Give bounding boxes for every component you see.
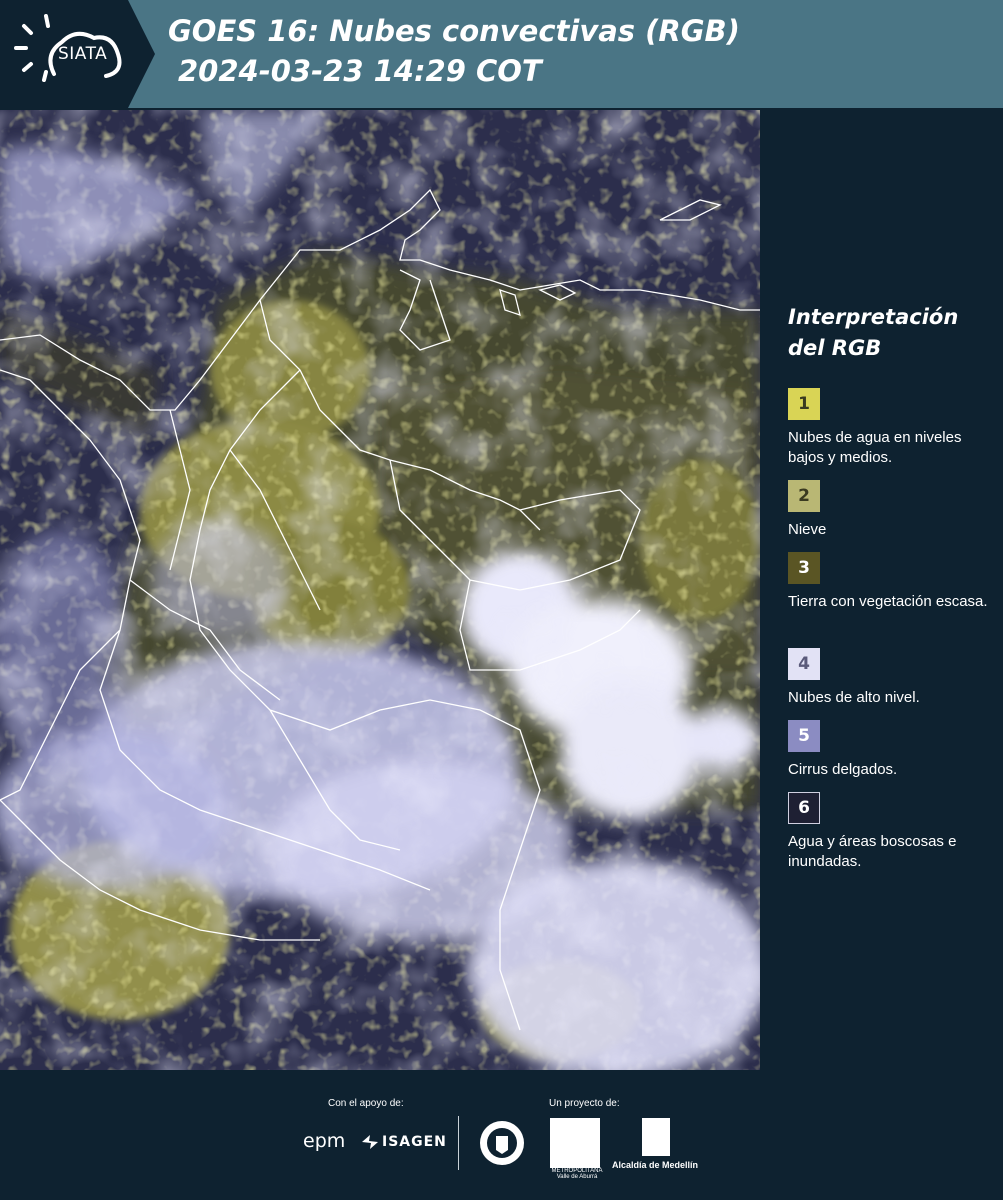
legend-swatch-3: 3 — [788, 552, 820, 584]
rgb-legend: Interpretación del RGB 1 Nubes de agua en… — [760, 110, 1003, 1070]
legend-label-1: Nubes de agua en niveles bajos y medios. — [788, 429, 962, 466]
page-timestamp: 2024-03-23 14:29 COT — [178, 54, 542, 88]
satellite-map — [0, 110, 760, 1070]
legend-label-4: Nubes de alto nivel. — [788, 689, 920, 706]
university-seal-icon — [480, 1121, 524, 1165]
legend-label-5: Cirrus delgados. — [788, 761, 898, 778]
legend-swatch-5: 5 — [788, 720, 820, 752]
header-bar: SIATA GOES 16: Nubes convectivas (RGB) 2… — [0, 0, 1003, 108]
page-title: GOES 16: Nubes convectivas (RGB) — [168, 14, 740, 48]
alcaldia-coat-of-arms-icon — [642, 1118, 670, 1156]
legend-swatch-1: 1 — [788, 388, 820, 420]
footer-divider — [458, 1116, 459, 1170]
legend-swatch-4: 4 — [788, 648, 820, 680]
project-label: Un proyecto de: — [549, 1098, 620, 1109]
siata-logo: SIATA — [0, 0, 155, 108]
legend-title: Interpretación del RGB — [788, 305, 959, 360]
legend-swatch-2: 2 — [788, 480, 820, 512]
legend-label-6: Agua y áreas boscosas e inundadas. — [788, 833, 957, 870]
isagen-logo-icon — [362, 1135, 378, 1149]
legend-swatch-6: 6 — [788, 792, 820, 824]
legend-label-3: Tierra con vegetación escasa. — [788, 593, 988, 610]
epm-logo: epm — [303, 1130, 346, 1152]
support-label: Con el apoyo de: — [328, 1098, 404, 1109]
siata-logo-text: SIATA — [58, 44, 108, 64]
alcaldia-logo-text: Alcaldía de Medellín — [612, 1160, 699, 1170]
footer: Con el apoyo de: Un proyecto de: epm ISA… — [0, 1070, 1003, 1200]
area-metropolitana-text: METROPOLITANA Valle de Aburrá — [551, 1168, 603, 1180]
satellite-image — [0, 110, 760, 1070]
legend-label-2: Nieve — [788, 521, 827, 538]
isagen-logo: ISAGEN — [382, 1134, 447, 1150]
area-metropolitana-logo — [550, 1118, 600, 1168]
